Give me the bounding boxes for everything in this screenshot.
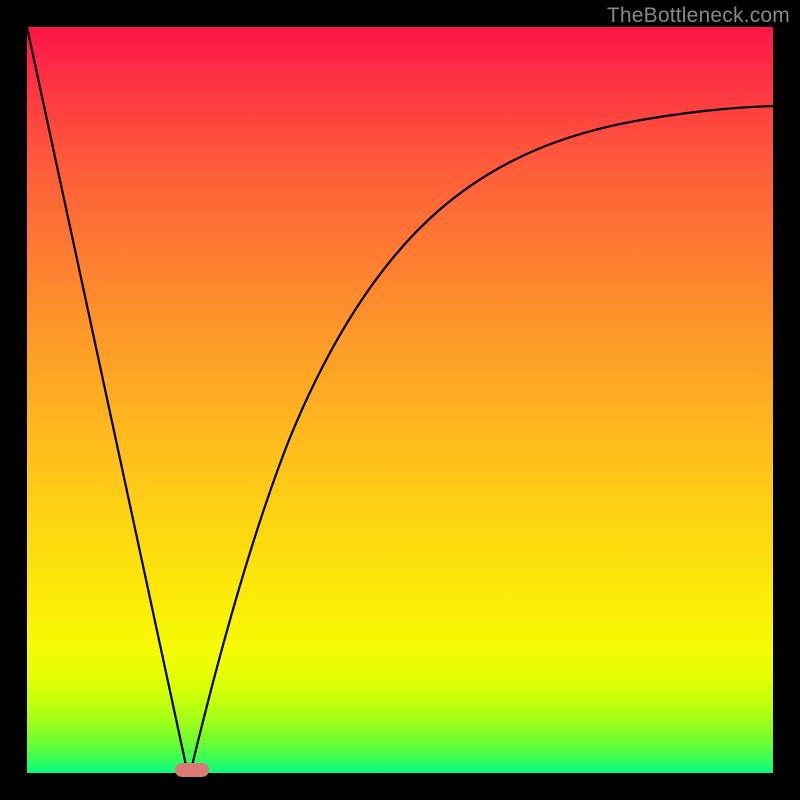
curve-path xyxy=(27,27,773,770)
curve-group xyxy=(27,27,773,770)
curve-svg xyxy=(27,27,773,773)
chart-frame: TheBottleneck.com xyxy=(0,0,800,800)
minimum-marker xyxy=(175,763,209,777)
plot-area xyxy=(27,27,773,773)
watermark-text: TheBottleneck.com xyxy=(607,4,790,28)
